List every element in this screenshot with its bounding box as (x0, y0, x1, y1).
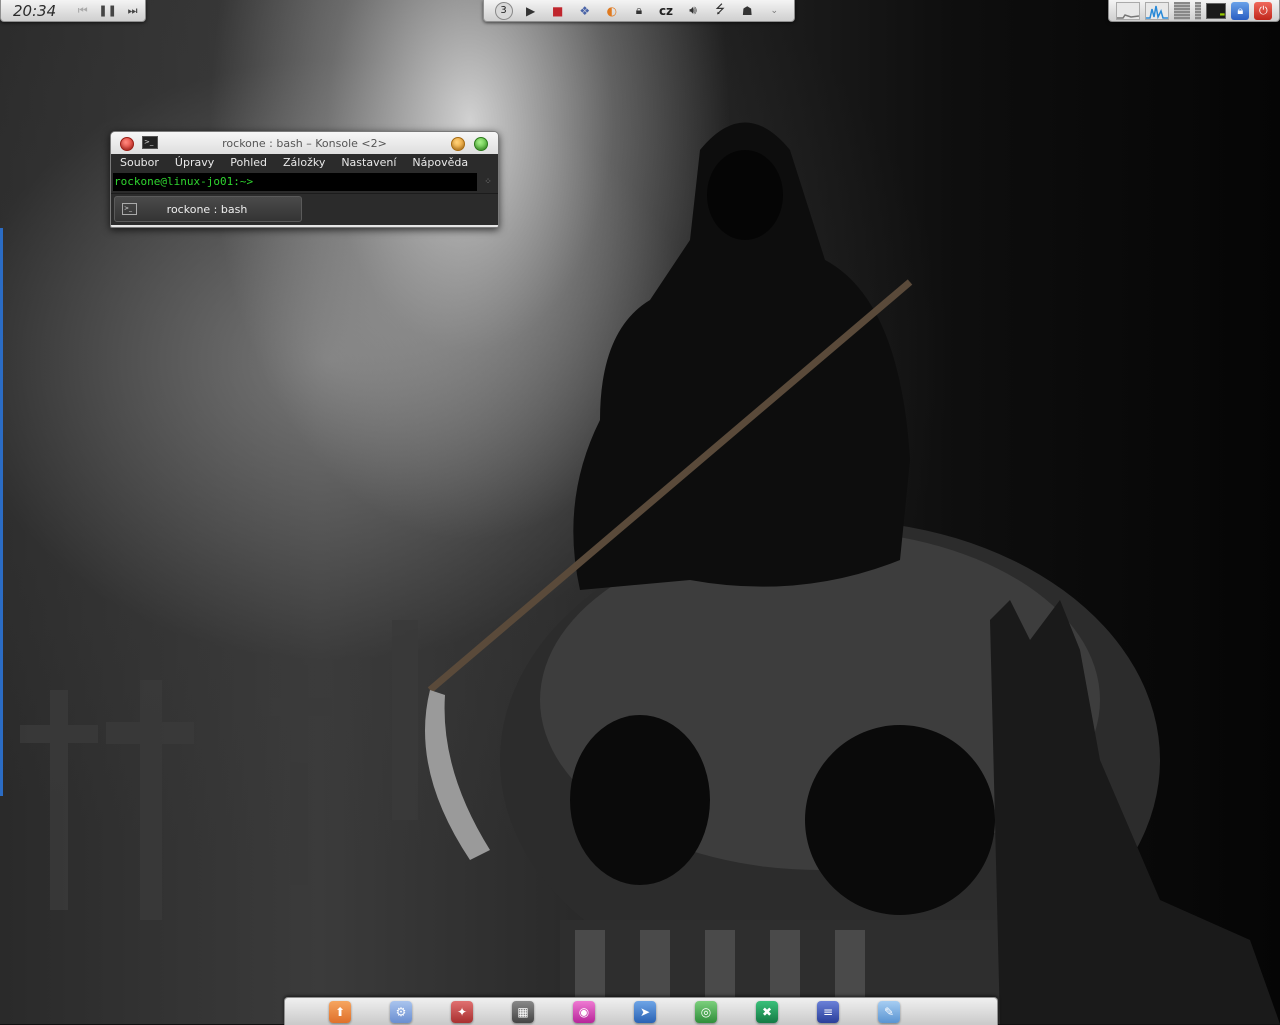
weather-icon[interactable]: ❖ (575, 2, 595, 20)
screen-edge-highlight (0, 228, 3, 796)
clipboard-icon[interactable]: ◐ (602, 2, 622, 20)
dock-app-9-icon[interactable]: ≡ (817, 1001, 839, 1023)
terminal-area: rockone@linux-jo01:~> ⁘ (111, 172, 498, 193)
top-center-panel: 3 ▶ ■ ❖ ◐ 🔒︎ cz 🔊︎ ⭍ ☗ ⌄ (483, 0, 795, 22)
pause-icon[interactable]: ❚❚ (95, 4, 120, 17)
dock-app-7-icon[interactable]: ◎ (695, 1001, 717, 1023)
power-icon[interactable]: ⏻ (1254, 1, 1273, 20)
menu-upravy[interactable]: Úpravy (167, 154, 222, 172)
lock-icon[interactable]: 🔒︎ (629, 2, 649, 20)
menu-pohled[interactable]: Pohled (222, 154, 275, 172)
dock-app-8-icon[interactable]: ✖ (756, 1001, 778, 1023)
volume-icon[interactable]: 🔊︎ (683, 2, 703, 20)
dock-app-6-icon[interactable]: ➤ (634, 1001, 656, 1023)
clock[interactable]: 20:34 (13, 2, 56, 20)
network-graph-icon[interactable] (1115, 1, 1140, 20)
dock-app-3-icon[interactable]: ✦ (451, 1001, 473, 1023)
previous-track-icon[interactable]: ⏮ (70, 4, 95, 18)
usb-icon[interactable]: ⭍ (710, 2, 730, 20)
minimize-window-button[interactable] (451, 137, 465, 151)
dock-app-4-icon[interactable]: ▦ (512, 1001, 534, 1023)
memory-bar-icon[interactable] (1173, 1, 1190, 20)
terminal-screen[interactable]: rockone@linux-jo01:~> (113, 173, 477, 191)
konsole-window[interactable]: >_ rockone : bash – Konsole <2> Soubor Ú… (110, 131, 499, 228)
network-icon[interactable]: ☗ (737, 2, 757, 20)
menu-napoveda[interactable]: Nápověda (404, 154, 476, 172)
dock-app-10-icon[interactable]: ✎ (878, 1001, 900, 1023)
terminal-tab-icon: >_ (122, 203, 137, 215)
tab-label: rockone : bash (166, 202, 248, 216)
window-title: rockone : bash – Konsole <2> (222, 136, 387, 150)
menu-soubor[interactable]: Soubor (112, 154, 167, 172)
media-recorder-icon[interactable]: ■ (548, 2, 568, 20)
cpu-graph-icon[interactable] (1144, 1, 1169, 20)
desktop-number-badge: 3 (494, 1, 513, 20)
menu-nastaveni[interactable]: Nastavení (333, 154, 404, 172)
expand-arrow-icon[interactable]: ⌄ (764, 2, 784, 20)
top-left-panel: 20:34 ⏮ ❚❚ ⏭ (0, 0, 146, 22)
close-window-button[interactable] (120, 137, 134, 151)
resize-grip-icon[interactable]: ⁘ (483, 177, 493, 187)
next-track-icon[interactable]: ⏭ (120, 4, 145, 18)
window-titlebar[interactable]: >_ rockone : bash – Konsole <2> (111, 132, 498, 154)
top-right-panel: ▬ 🔒︎ ⏻ (1108, 0, 1280, 22)
tab-bar: >_ rockone : bash (111, 193, 498, 225)
play-icon[interactable]: ▶ (521, 2, 541, 20)
tab-bash[interactable]: >_ rockone : bash (114, 196, 302, 222)
terminal-icon[interactable]: ▬ (1206, 2, 1227, 19)
dock-app-2-icon[interactable]: ⚙ (390, 1001, 412, 1023)
desktop-pager[interactable]: 3 (494, 1, 514, 20)
bottom-dock: ⬆ ⚙ ✦ ▦ ◉ ➤ ◎ ✖ ≡ ✎ (284, 997, 998, 1025)
menu-bar: Soubor Úpravy Pohled Záložky Nastavení N… (111, 154, 498, 172)
lock-screen-icon[interactable]: 🔒︎ (1231, 1, 1250, 20)
swap-bar-icon[interactable] (1194, 1, 1201, 20)
keyboard-layout[interactable]: cz (656, 2, 676, 20)
dock-app-5-icon[interactable]: ◉ (573, 1001, 595, 1023)
menu-zalozky[interactable]: Záložky (275, 154, 333, 172)
maximize-window-button[interactable] (474, 137, 488, 151)
dock-app-1-icon[interactable]: ⬆ (329, 1001, 351, 1023)
shell-prompt: rockone@linux-jo01:~> (114, 175, 254, 188)
terminal-window-icon[interactable]: >_ (142, 136, 158, 149)
